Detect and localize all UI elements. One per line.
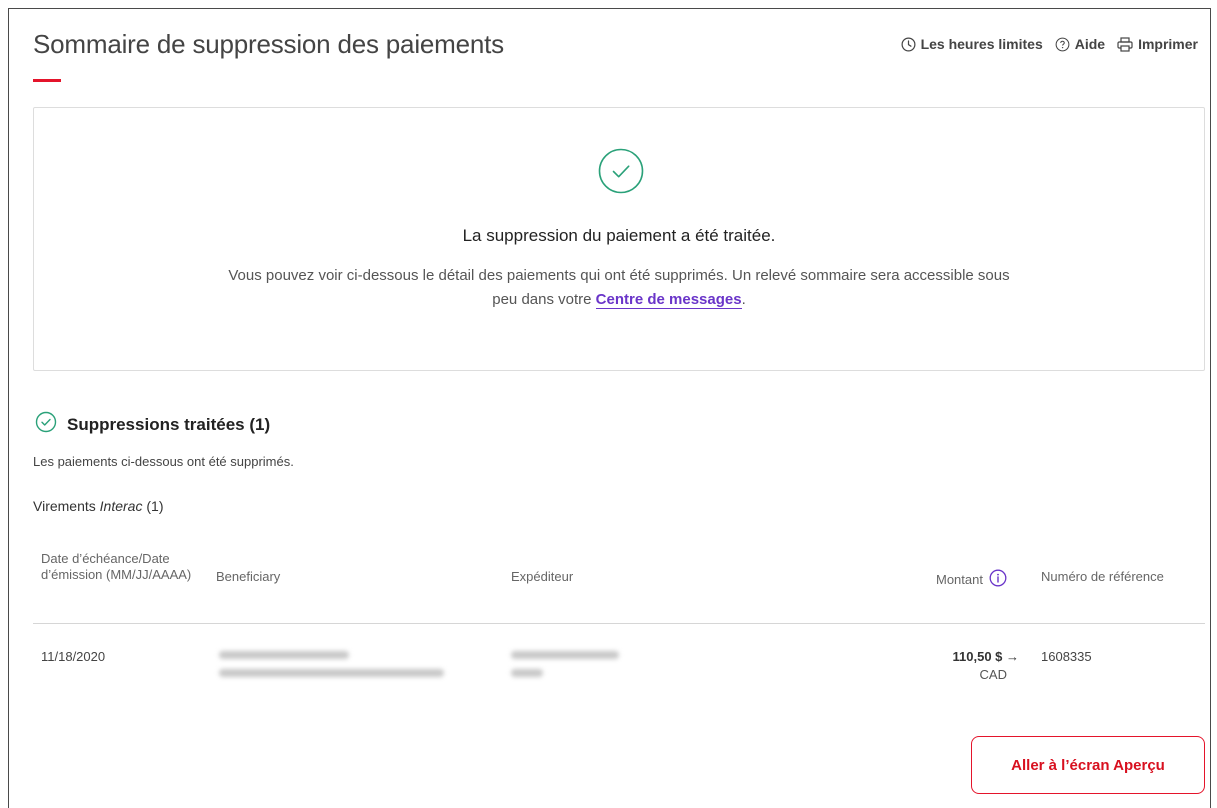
message-center-link[interactable]: Centre de messages — [595, 291, 742, 309]
section-description: Les paiements ci-dessous ont été supprim… — [33, 454, 294, 469]
cutoff-times-label: Les heures limites — [920, 36, 1043, 52]
redacted-sender-detail — [511, 669, 543, 677]
redacted-beneficiary-email — [219, 669, 444, 677]
column-header-amount: Montant — [936, 569, 1007, 591]
redacted-sender-account — [511, 651, 619, 659]
header-links: Les heures limites Aide Imprimer — [901, 36, 1198, 52]
cutoff-times-link[interactable]: Les heures limites — [901, 36, 1043, 52]
redacted-beneficiary-name — [219, 651, 349, 659]
column-header-beneficiary: Beneficiary — [216, 569, 281, 584]
success-check-icon — [598, 148, 644, 194]
row-currency: CAD — [979, 667, 1007, 682]
row-amount: 110,50 $ → — [952, 649, 1020, 664]
help-icon — [1055, 37, 1070, 52]
subheading-prefix: Virements — [33, 498, 100, 514]
check-circle-icon — [35, 411, 57, 438]
help-link[interactable]: Aide — [1055, 36, 1105, 52]
row-reference: 1608335 — [1041, 649, 1092, 664]
subheading-brand: Interac — [99, 498, 143, 514]
processed-section-header: Suppressions traitées (1) — [35, 411, 270, 438]
page-frame: Sommaire de suppression des paiements Le… — [8, 8, 1211, 808]
success-message: Vous pouvez voir ci-dessous le détail de… — [214, 264, 1024, 312]
success-title: La suppression du paiement a été traitée… — [462, 226, 776, 245]
print-label: Imprimer — [1138, 36, 1198, 52]
go-to-overview-button[interactable]: Aller à l’écran Aperçu — [971, 736, 1205, 794]
success-card: La suppression du paiement a été traitée… — [33, 107, 1205, 371]
subheading-count: (1) — [142, 498, 164, 514]
column-header-date: Date d’échéance/Date d’émission (MM/JJ/A… — [41, 551, 192, 582]
printer-icon — [1117, 36, 1133, 52]
transfers-subheading: Virements Interac (1) — [33, 498, 163, 514]
print-link[interactable]: Imprimer — [1117, 36, 1198, 52]
table-divider — [33, 623, 1205, 624]
section-title: Suppressions traitées (1) — [67, 414, 271, 434]
page-title: Sommaire de suppression des paiements — [33, 29, 504, 59]
clock-icon — [901, 37, 916, 52]
column-header-sender: Expéditeur — [511, 569, 574, 584]
amount-header-label: Montant — [936, 572, 983, 587]
help-label: Aide — [1074, 36, 1106, 52]
success-message-end: . — [741, 291, 746, 308]
title-underline — [33, 79, 61, 82]
column-header-reference: Numéro de référence — [1041, 569, 1164, 584]
info-icon[interactable] — [989, 569, 1007, 591]
row-date: 11/18/2020 — [41, 649, 106, 664]
